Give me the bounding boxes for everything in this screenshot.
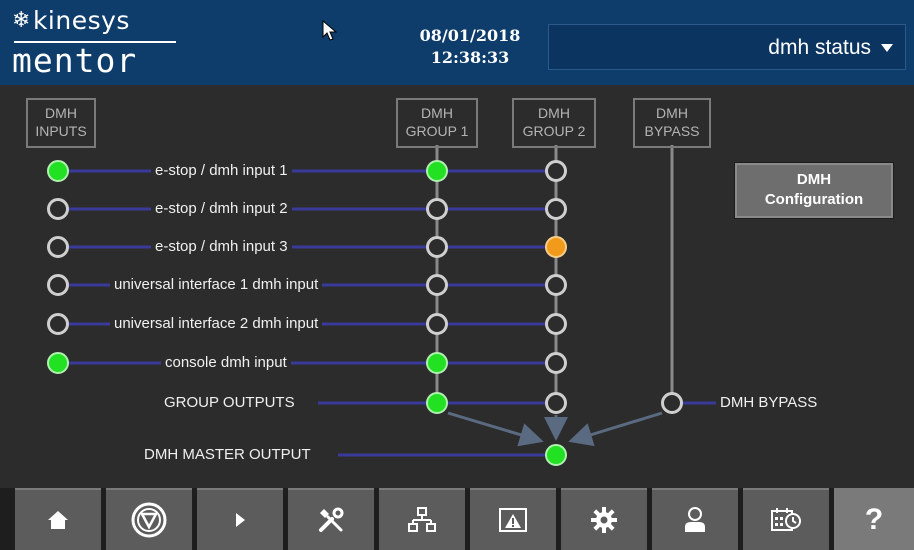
input-1-group1-indicator [426, 160, 448, 182]
row-label-input-6: console dmh input [161, 353, 291, 373]
home-icon [48, 511, 68, 529]
input-2-group1-indicator [426, 198, 448, 220]
bypass-output-label: DMH BYPASS [716, 393, 822, 413]
column-header-inputs-line1: DMH [45, 105, 77, 121]
help-icon: ? [864, 503, 884, 536]
view-selector-value: dmh status [768, 36, 871, 59]
column-header-inputs: DMH INPUTS [26, 98, 96, 148]
master-output-indicator [545, 444, 567, 466]
dmh-configuration-button[interactable]: DMH Configuration [735, 163, 893, 218]
input-2-input-indicator [47, 198, 69, 220]
input-5-input-indicator [47, 313, 69, 335]
input-5-group1-indicator [426, 313, 448, 335]
input-1-group2-indicator [545, 160, 567, 182]
dmh-status-screen: ❄ kinesys mentor 08/01/2018 12:38:33 dmh… [0, 0, 914, 550]
row-label-input-4: universal interface 1 dmh input [110, 275, 323, 295]
group1-output-indicator [426, 392, 448, 414]
dmh-configuration-button-line2: Configuration [764, 191, 864, 208]
user-icon [685, 507, 705, 532]
column-header-group2-line1: DMH [538, 105, 570, 121]
row-label-input-2: e-stop / dmh input 2 [151, 199, 292, 219]
input-5-group2-indicator [545, 313, 567, 335]
nav-settings-button[interactable] [561, 488, 647, 550]
dropdown-arrow-icon [881, 44, 893, 52]
clock-date: 08/01/2018 [419, 26, 521, 45]
schedule-icon [771, 508, 801, 531]
brand-name-kinesys: kinesys [32, 6, 130, 35]
nav-play-button[interactable] [197, 488, 283, 550]
input-6-input-indicator [47, 352, 69, 374]
network-icon [408, 507, 436, 532]
bypass-to-master-arrow [568, 411, 663, 447]
input-3-group2-indicator [545, 236, 567, 258]
bottom-nav-bar: ? [0, 488, 914, 550]
nav-user-button[interactable] [652, 488, 738, 550]
input-4-group1-indicator [426, 274, 448, 296]
dmh-diagram: DMH INPUTS DMH GROUP 1 DMH GROUP 2 DMH B… [0, 85, 914, 485]
play-icon [236, 513, 245, 527]
nav-emergency-stop-button[interactable] [106, 488, 192, 550]
tools-icon [319, 507, 344, 532]
group2-output-indicator [545, 392, 567, 414]
nav-help-button[interactable]: ? [834, 488, 914, 550]
input-6-group1-indicator [426, 352, 448, 374]
row-label-input-5: universal interface 2 dmh input [110, 314, 323, 334]
group1-to-master-arrow [447, 411, 544, 447]
clock-time: 12:38:33 [430, 48, 510, 67]
group-outputs-label: GROUP OUTPUTS [160, 393, 299, 413]
dmh-configuration-button-line1: DMH [796, 171, 832, 188]
mouse-cursor-icon [322, 20, 338, 41]
bypass-output-indicator [661, 392, 683, 414]
column-header-group1-line1: DMH [421, 105, 453, 121]
input-4-input-indicator [47, 274, 69, 296]
input-4-group2-indicator [545, 274, 567, 296]
column-header-group2: DMH GROUP 2 [512, 98, 596, 148]
column-header-bypass-line2: BYPASS [644, 123, 700, 139]
row-label-input-1: e-stop / dmh input 1 [151, 161, 292, 181]
column-header-bypass-line1: DMH [656, 105, 688, 121]
row-label-input-3: e-stop / dmh input 3 [151, 237, 292, 257]
column-header-bypass: DMH BYPASS [633, 98, 711, 148]
header-bar: ❄ kinesys mentor 08/01/2018 12:38:33 dmh… [0, 0, 914, 85]
snowflake-logo-icon: ❄ [12, 8, 31, 33]
column-header-inputs-line2: INPUTS [35, 123, 87, 139]
column-header-group2-line2: GROUP 2 [522, 123, 586, 139]
input-1-input-indicator [47, 160, 69, 182]
input-2-group2-indicator [545, 198, 567, 220]
column-header-group1: DMH GROUP 1 [396, 98, 478, 148]
gear-icon [591, 507, 617, 533]
nav-home-button[interactable] [15, 488, 101, 550]
brand-logo-top: ❄ kinesys [12, 6, 130, 36]
nav-alerts-button[interactable] [470, 488, 556, 550]
warning-window-icon [499, 508, 527, 532]
input-3-group1-indicator [426, 236, 448, 258]
brand-name-mentor: mentor [12, 41, 138, 80]
master-output-label: DMH MASTER OUTPUT [140, 445, 315, 465]
input-3-input-indicator [47, 236, 69, 258]
nav-schedule-button[interactable] [743, 488, 829, 550]
view-selector-dropdown[interactable]: dmh status [548, 24, 906, 70]
nav-tools-button[interactable] [288, 488, 374, 550]
column-header-group1-line2: GROUP 1 [405, 123, 469, 139]
input-6-group2-indicator [545, 352, 567, 374]
emergency-stop-icon [131, 502, 167, 538]
nav-network-button[interactable] [379, 488, 465, 550]
